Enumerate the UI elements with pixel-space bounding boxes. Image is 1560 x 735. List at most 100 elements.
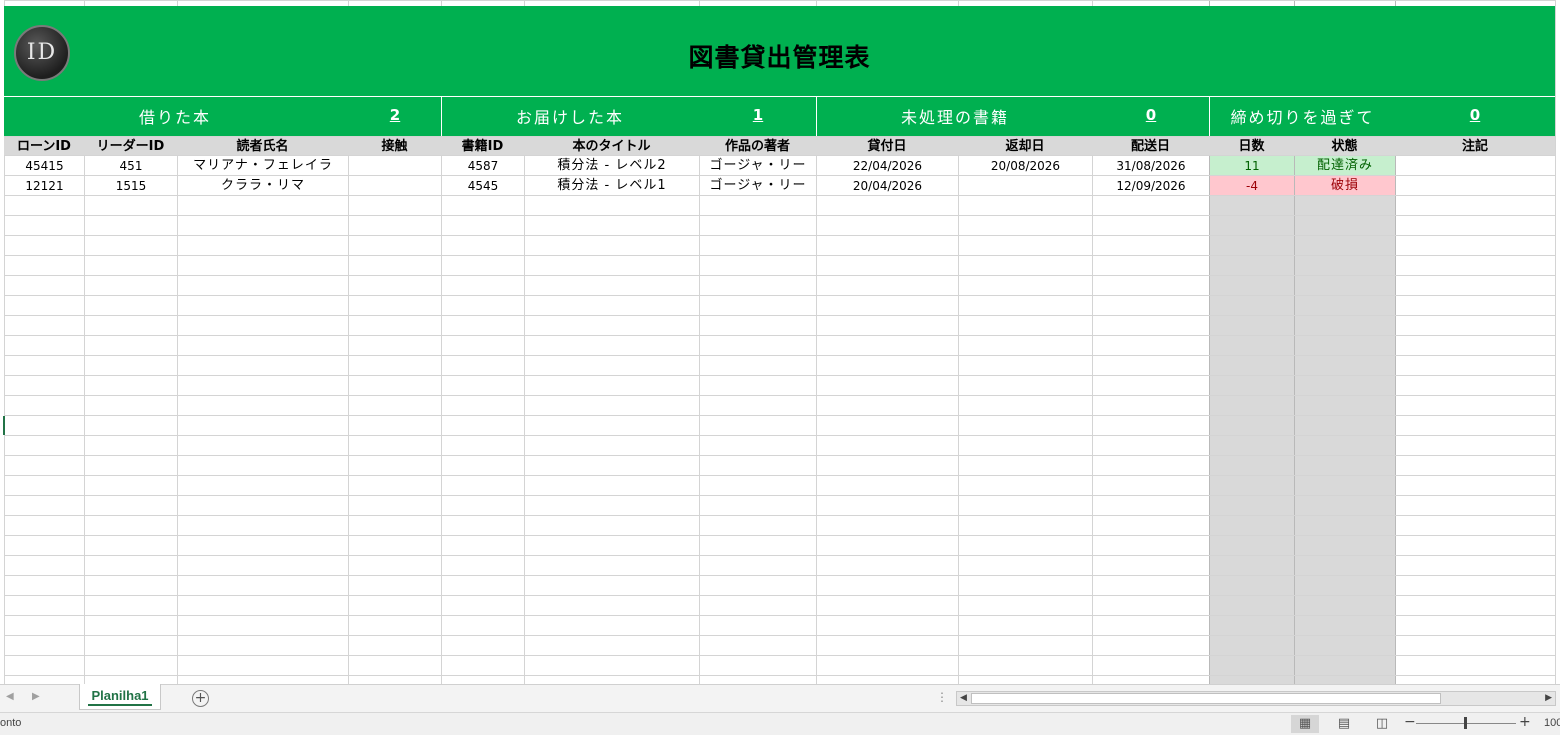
column-header[interactable]: ローンID (4, 137, 84, 155)
tab-scroll-right-icon[interactable]: ▶ (32, 691, 40, 702)
banner-divider (816, 96, 817, 136)
scroll-left-icon[interactable]: ◀ (960, 692, 967, 705)
grid-hline (4, 315, 1555, 316)
column-header[interactable]: 本のタイトル (524, 137, 699, 155)
sheet-tab-active[interactable]: Planilha1 (79, 684, 161, 710)
days-column-fill (1210, 196, 1395, 684)
add-sheet-button[interactable]: + (192, 690, 209, 707)
cell-reader-name[interactable]: マリアナ・フェレイラ (178, 156, 348, 175)
column-header[interactable]: 書籍ID (441, 137, 524, 155)
sheet-tab-underline (88, 704, 152, 706)
page-layout-view-icon[interactable]: ▤ (1330, 715, 1358, 733)
grid-hline (4, 555, 1555, 556)
page-break-view-icon[interactable]: ◫ (1368, 715, 1396, 733)
cell-reader-id[interactable]: 1515 (85, 176, 177, 195)
cell-days[interactable]: 11 (1210, 156, 1294, 175)
scrollbar-thumb[interactable] (971, 693, 1441, 704)
cell-delivery-date[interactable]: 31/08/2026 (1093, 156, 1209, 175)
splitter-handle-icon[interactable]: ⋮ (936, 690, 948, 704)
status-bar: onto ▦ ▤ ◫ − + 100 (0, 712, 1560, 735)
status-text: onto (0, 717, 22, 729)
cell-reader-name[interactable]: クララ・リマ (178, 176, 348, 195)
cell-return-date[interactable]: 20/08/2026 (959, 156, 1092, 175)
column-header[interactable]: 注記 (1395, 137, 1555, 155)
horizontal-scrollbar[interactable]: ◀ ▶ (956, 691, 1556, 706)
grid-hline (4, 295, 1555, 296)
column-header[interactable]: 日数 (1209, 137, 1294, 155)
cell-status[interactable]: 破損 (1295, 176, 1395, 195)
cell-notes[interactable] (1396, 156, 1555, 175)
column-header[interactable]: リーダーID (84, 137, 177, 155)
stat-borrowed-label: 借りた本 (138, 108, 211, 127)
stat-pending-label: 未処理の書籍 (900, 108, 1009, 127)
cell-contact[interactable] (349, 156, 441, 175)
grid-hline (4, 455, 1555, 456)
cell-notes[interactable] (1396, 176, 1555, 195)
grid-vline (1555, 0, 1556, 684)
cell-book-id[interactable]: 4587 (442, 156, 524, 175)
zoom-slider-thumb[interactable] (1464, 717, 1467, 729)
zoom-in-icon[interactable]: + (1519, 714, 1531, 730)
column-header[interactable]: 接触 (348, 137, 441, 155)
normal-view-icon[interactable]: ▦ (1291, 715, 1319, 733)
grid-hline (4, 235, 1555, 236)
cell-delivery-date[interactable]: 12/09/2026 (1093, 176, 1209, 195)
grid-hline (4, 395, 1555, 396)
cell-reader-id[interactable]: 451 (85, 156, 177, 175)
spreadsheet-grid[interactable]: ID 図書貸出管理表 借りた本 2 お届けした本 1 未処理の書籍 0 締め切り… (0, 0, 1560, 684)
stat-pending-value: 0 (1145, 106, 1157, 124)
cell-loan-date[interactable]: 22/04/2026 (817, 156, 958, 175)
column-header[interactable]: 状態 (1294, 137, 1395, 155)
grid-hline (4, 595, 1555, 596)
grid-hline (4, 355, 1555, 356)
scroll-right-icon[interactable]: ▶ (1545, 692, 1552, 705)
stat-delivered-value: 1 (752, 106, 764, 124)
column-header[interactable]: 作品の著者 (699, 137, 816, 155)
sheet-tab-label: Planilha1 (91, 688, 149, 703)
column-header[interactable]: 配送日 (1092, 137, 1209, 155)
column-header[interactable]: 返却日 (958, 137, 1092, 155)
cell-contact[interactable] (349, 176, 441, 195)
stat-borrowed-value: 2 (389, 106, 401, 124)
column-header[interactable]: 読者氏名 (177, 137, 348, 155)
grid-hline (4, 0, 1555, 1)
grid-hline (4, 255, 1555, 256)
page-title: 図書貸出管理表 (688, 43, 871, 72)
grid-hline (4, 215, 1555, 216)
grid-hline (4, 535, 1555, 536)
grid-hline (4, 515, 1555, 516)
banner-divider (441, 96, 442, 136)
grid-hline (4, 435, 1555, 436)
grid-hline (4, 675, 1555, 676)
grid-hline (4, 195, 1555, 196)
cell-loan-id[interactable]: 12121 (5, 176, 84, 195)
grid-hline (4, 475, 1555, 476)
active-cell-marker (3, 416, 5, 435)
zoom-level[interactable]: 100 (1544, 717, 1560, 729)
sheet-tab-bar: ◀ ▶ Planilha1 + ⋮ ◀ ▶ (0, 684, 1560, 713)
banner-divider (4, 96, 1555, 97)
cell-return-date[interactable] (959, 176, 1092, 195)
tab-scroll-left-icon[interactable]: ◀ (6, 691, 14, 702)
grid-hline (4, 495, 1555, 496)
grid-hline (4, 635, 1555, 636)
grid-hline (4, 275, 1555, 276)
grid-hline (4, 615, 1555, 616)
cell-book-id[interactable]: 4545 (442, 176, 524, 195)
stat-overdue-label: 締め切りを過ぎて (1230, 108, 1375, 127)
cell-status[interactable]: 配達済み (1295, 156, 1395, 175)
zoom-out-icon[interactable]: − (1404, 714, 1416, 730)
cell-book-title[interactable]: 積分法 - レベル2 (525, 156, 699, 175)
cell-days[interactable]: -4 (1210, 176, 1294, 195)
cell-author[interactable]: ゴージャ・リー (700, 176, 816, 195)
cell-loan-date[interactable]: 20/04/2026 (817, 176, 958, 195)
stat-delivered-label: お届けした本 (515, 108, 624, 127)
cell-book-title[interactable]: 積分法 - レベル1 (525, 176, 699, 195)
cell-loan-id[interactable]: 45415 (5, 156, 84, 175)
cell-author[interactable]: ゴージャ・リー (700, 156, 816, 175)
grid-hline (4, 575, 1555, 576)
stat-overdue-value: 0 (1469, 106, 1481, 124)
grid-hline (4, 335, 1555, 336)
column-header[interactable]: 貸付日 (816, 137, 958, 155)
grid-hline (4, 375, 1555, 376)
